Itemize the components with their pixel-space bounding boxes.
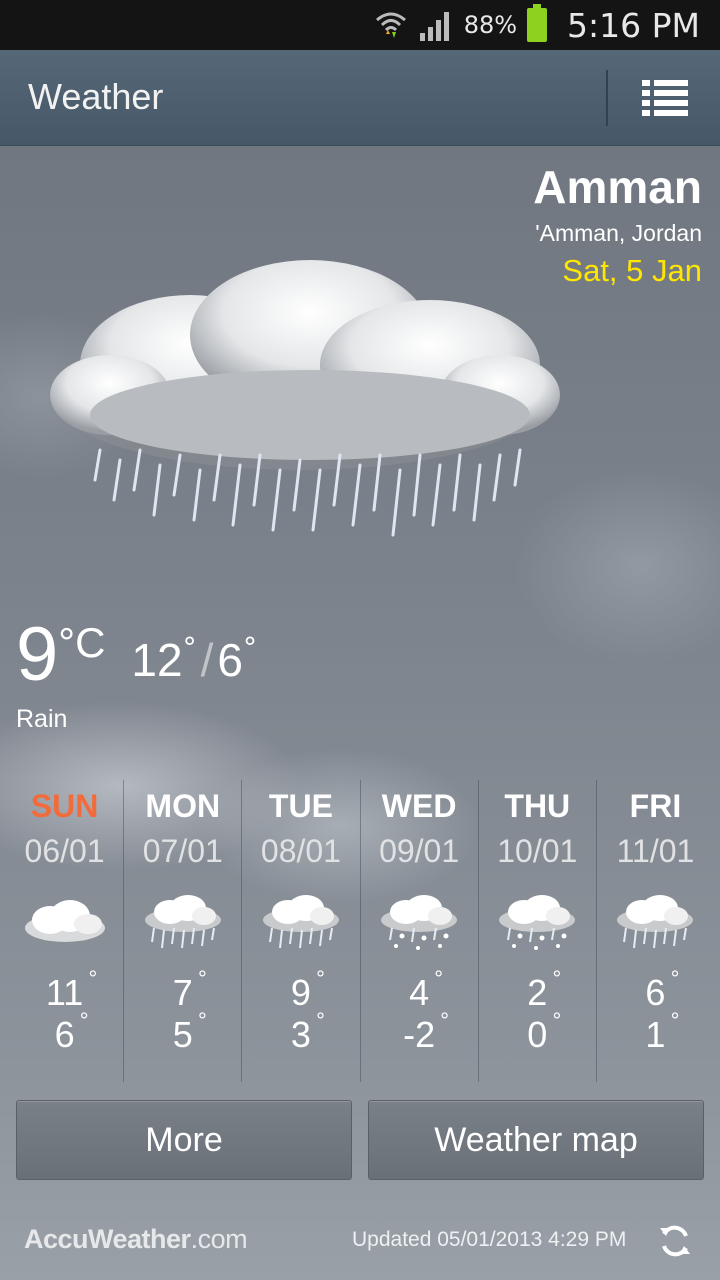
action-bar-divider	[606, 70, 608, 126]
cloud-icon	[24, 900, 105, 942]
day-date: 08/01	[260, 833, 341, 869]
day-high: 11	[45, 972, 84, 1013]
forecast-day[interactable]: MON 07/01 7 ° 5 °	[124, 780, 243, 1082]
rain-icon	[262, 895, 339, 949]
forecast-day[interactable]: TUE 08/01 9 ° 3 °	[242, 780, 361, 1082]
forecast-strip: SUN 06/01 11 ° 6 ° MON 07/01 7 ° 5 ° TUE 08/…	[6, 780, 714, 1082]
today-high: 12	[131, 634, 183, 686]
day-date: 09/01	[379, 833, 460, 869]
app-title: Weather	[28, 76, 164, 117]
day-name: MON	[145, 788, 221, 824]
forecast-day[interactable]: WED 09/01 4 ° -2 °	[361, 780, 479, 1082]
brand-main: AccuWeather	[24, 1224, 191, 1254]
day-date: 06/01	[24, 833, 105, 869]
signal-icon	[419, 12, 449, 41]
accuweather-link[interactable]: AccuWeather.com	[24, 1224, 248, 1255]
day-high: 6	[645, 972, 666, 1013]
battery-percent: 88%	[463, 11, 518, 39]
clock: 5:16 PM	[567, 5, 700, 45]
day-name: TUE	[268, 788, 333, 824]
day-date: 10/01	[497, 833, 578, 869]
degree-symbol: °	[242, 631, 257, 664]
more-button[interactable]: More	[16, 1100, 352, 1180]
day-low: 5	[172, 1014, 193, 1055]
day-low: 6	[54, 1014, 75, 1055]
weather-map-button[interactable]: Weather map	[368, 1100, 704, 1180]
list-menu-icon[interactable]	[630, 68, 700, 128]
day-name: WED	[381, 788, 457, 824]
wifi-icon	[375, 12, 406, 38]
today-low: 6	[217, 634, 243, 686]
temp-unit: °C	[58, 619, 106, 666]
status-bar: 88% 5:16 PM	[0, 0, 720, 50]
day-low: 3	[290, 1014, 311, 1055]
current-conditions: 9 °C 12 ° / 6 ° Rain	[16, 615, 257, 734]
day-high: 4	[409, 972, 430, 1013]
day-name: SUN	[30, 788, 99, 824]
hi-lo-separator: /	[200, 634, 214, 686]
day-high: 7	[172, 972, 193, 1013]
footer: AccuWeather.com Updated 05/01/2013 4:29 …	[0, 1212, 720, 1272]
battery-icon	[527, 4, 548, 42]
action-bar: Weather	[0, 50, 720, 146]
condition-text: Rain	[16, 705, 68, 733]
forecast-day[interactable]: FRI 11/01 6 ° 1 °	[597, 780, 714, 1082]
day-date: 11/01	[616, 833, 695, 869]
day-name: THU	[504, 788, 571, 824]
forecast-day[interactable]: THU 10/01 2 ° 0 °	[479, 780, 597, 1082]
city-name: Amman	[533, 161, 702, 213]
hi-lo: 12 ° / 6 °	[131, 631, 257, 687]
updated-time: Updated 05/01/2013 4:29 PM	[352, 1228, 627, 1251]
day-low: 1	[645, 1014, 666, 1055]
forecast-day[interactable]: SUN 06/01 11 ° 6 °	[6, 780, 125, 1082]
day-date: 07/01	[142, 833, 223, 869]
current-temp: 9	[16, 612, 59, 697]
rain-icon	[617, 895, 694, 949]
rain-icon	[144, 895, 221, 949]
rain-cloud-icon	[50, 260, 560, 537]
day-high: 2	[527, 972, 548, 1013]
day-high: 9	[290, 972, 311, 1013]
day-low: 0	[527, 1014, 548, 1055]
day-low: -2	[403, 1014, 436, 1055]
snow-rain-icon	[381, 895, 458, 950]
brand-suffix: .com	[190, 1224, 248, 1254]
region-name: 'Amman, Jordan	[535, 220, 702, 246]
day-name: FRI	[629, 788, 682, 824]
refresh-icon[interactable]	[656, 1222, 694, 1260]
snow-rain-icon	[499, 895, 576, 950]
degree-symbol: °	[182, 631, 197, 664]
